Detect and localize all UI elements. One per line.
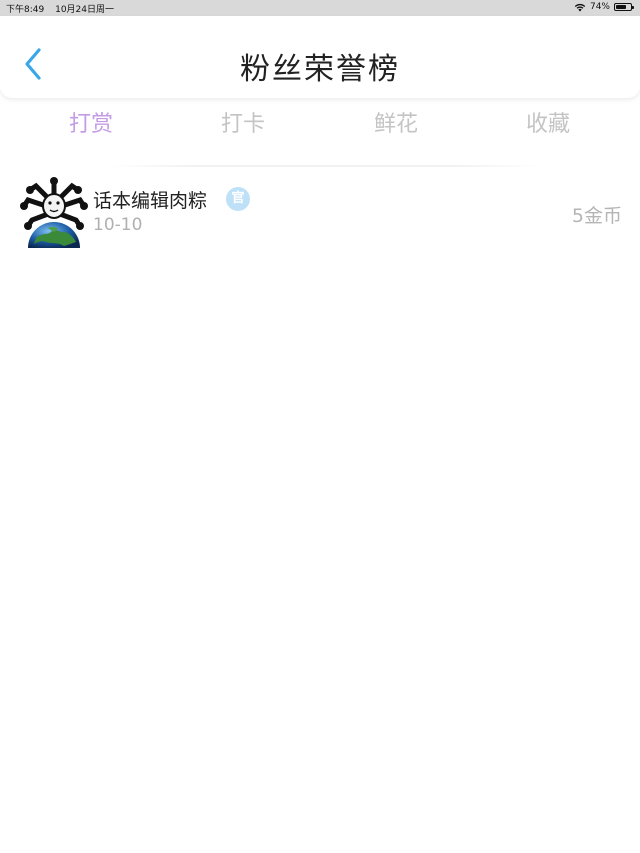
reward-date: 10-10 — [93, 215, 143, 235]
official-badge: 官 — [226, 187, 250, 211]
battery-icon — [614, 3, 634, 11]
page-title: 粉丝荣誉榜 — [240, 52, 400, 87]
battery-level — [616, 5, 627, 9]
tab-checkin[interactable]: 打卡 — [193, 106, 293, 138]
tab-collect[interactable]: 收藏 — [498, 106, 598, 138]
status-date: 10月24日周一 — [55, 5, 114, 15]
reward-amount: 5金币 — [571, 205, 622, 227]
avatar-image — [20, 177, 88, 248]
tab-reward[interactable]: 打赏 — [41, 106, 141, 138]
status-time: 下午8:49 — [6, 5, 45, 15]
header-bar: 粉丝荣誉榜 — [0, 16, 640, 98]
status-bar-right: 74% — [574, 2, 634, 12]
battery-percent: 74% — [589, 2, 610, 12]
divider — [110, 165, 540, 167]
list-item[interactable]: 话本编辑肉粽 官 10-10 5金币 — [0, 172, 640, 252]
tab-flowers[interactable]: 鲜花 — [346, 106, 446, 138]
status-bar: 下午8:49 10月24日周一 74% — [0, 0, 640, 16]
avatar — [18, 176, 90, 248]
user-name: 话本编辑肉粽 — [93, 190, 208, 212]
status-bar-left: 下午8:49 10月24日周一 — [6, 2, 122, 15]
tab-bar: 打赏 打卡 鲜花 收藏 — [0, 100, 640, 144]
wifi-icon — [574, 3, 586, 11]
